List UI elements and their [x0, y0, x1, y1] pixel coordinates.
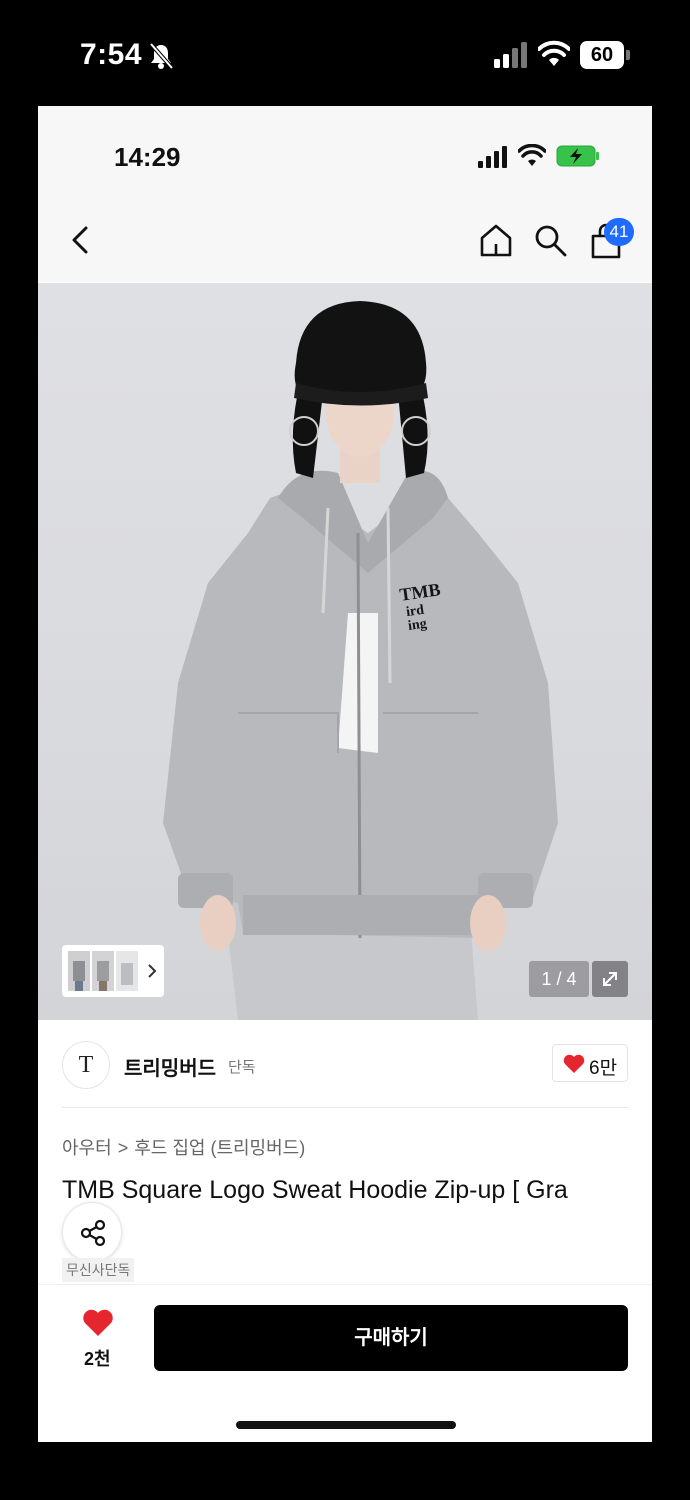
thumbnail-1[interactable] — [68, 951, 90, 991]
cart-count-badge: 41 — [604, 218, 634, 246]
thumbnail-2[interactable] — [92, 951, 114, 991]
app-time: 14:29 — [114, 142, 181, 172]
expand-icon[interactable] — [592, 961, 628, 997]
home-indicator — [236, 1421, 456, 1429]
battery-icon: 60 — [580, 41, 630, 69]
image-counter: 1 / 4 — [529, 961, 589, 997]
share-icon — [80, 1219, 106, 1247]
app-screen: 14:29 41 TMB ird ing 1 / 4 T 트리밍버드 단독 6만… — [38, 106, 652, 1442]
breadcrumb-level2[interactable]: 후드 집업 (트리밍버드) — [134, 1138, 305, 1158]
heart-icon — [563, 1054, 585, 1073]
brand-exclusive-tag: 단독 — [228, 1059, 256, 1076]
chevron-right-icon[interactable] — [146, 961, 158, 981]
wifi-icon — [518, 144, 546, 166]
breadcrumb: 아우터 > 후드 집업 (트리밍버드) — [62, 1134, 305, 1160]
svg-text:ing: ing — [407, 616, 428, 633]
wish-count: 2천 — [84, 1349, 111, 1369]
battery-tip — [626, 50, 630, 60]
home-icon[interactable] — [478, 222, 514, 258]
share-button[interactable] — [62, 1202, 122, 1262]
signal-icon — [478, 146, 507, 168]
os-time: 7:54 — [80, 38, 143, 71]
thumbnail-3[interactable] — [116, 951, 138, 991]
breadcrumb-level1[interactable]: 아우터 — [62, 1138, 112, 1158]
buy-button[interactable]: 구매하기 — [154, 1305, 628, 1371]
breadcrumb-separator: > — [117, 1138, 129, 1158]
brand-name[interactable]: 트리밍버드 — [124, 1052, 216, 1081]
brand-like-count: 6만 — [589, 1058, 618, 1079]
bottom-action-bar: 2천 구매하기 — [38, 1284, 652, 1442]
battery-level: 60 — [580, 41, 624, 69]
brand-like-button[interactable]: 6만 — [552, 1044, 628, 1082]
thumbnail-strip[interactable] — [62, 945, 164, 997]
wifi-icon — [538, 40, 570, 66]
battery-charging-icon — [556, 145, 599, 167]
divider — [62, 1107, 628, 1108]
app-status-bar: 14:29 41 — [38, 106, 652, 282]
bell-slash-icon — [149, 42, 174, 70]
exclusive-badge: 무신사단독 — [62, 1258, 135, 1282]
back-arrow-icon[interactable] — [66, 222, 96, 258]
os-status-bar: 7:54 60 — [0, 0, 690, 106]
search-icon[interactable] — [532, 222, 568, 258]
heart-icon[interactable] — [82, 1309, 114, 1337]
product-image[interactable]: TMB ird ing 1 / 4 — [38, 283, 652, 1020]
brand-logo[interactable]: T — [62, 1041, 110, 1089]
signal-icon — [494, 42, 527, 68]
product-title: TMB Square Logo Sweat Hoodie Zip-up [ Gr… — [62, 1176, 568, 1204]
product-photo: TMB ird ing — [163, 301, 558, 1020]
